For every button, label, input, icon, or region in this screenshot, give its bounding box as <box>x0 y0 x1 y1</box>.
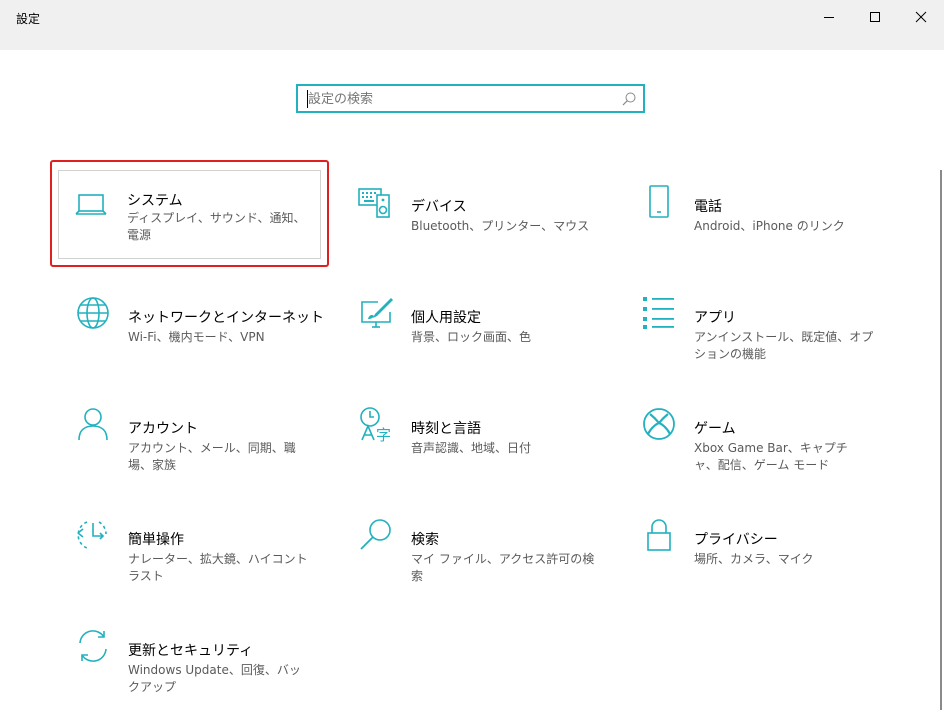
tile-description: 背景、ロック画面、色 <box>411 330 532 344</box>
tile-description: Windows Update、回復、バックアップ <box>128 663 301 694</box>
keyboard-speaker-icon <box>358 184 394 220</box>
tile-network[interactable]: ネットワークとインターネット Wi-Fi、機内モード、VPN <box>55 281 324 365</box>
tile-privacy[interactable]: プライバシー 場所、カメラ、マイク <box>621 503 889 587</box>
minimize-icon <box>824 17 834 18</box>
maximize-button[interactable] <box>852 0 898 34</box>
tile-devices[interactable]: デバイス Bluetooth、プリンター、マウス <box>338 170 606 254</box>
person-icon <box>75 406 111 442</box>
tile-update-security[interactable]: 更新とセキュリティ Windows Update、回復、バックアップ <box>55 614 323 698</box>
time-language-icon: 字 <box>358 406 394 442</box>
tile-description: アンインストール、既定値、オプションの機能 <box>694 330 874 361</box>
window-title: 設定 <box>16 12 41 26</box>
apps-list-icon <box>641 295 677 331</box>
tile-apps[interactable]: アプリ アンインストール、既定値、オプションの機能 <box>621 281 889 365</box>
sync-icon <box>75 628 111 664</box>
tile-description: アカウント、メール、同期、職場、家族 <box>128 441 296 472</box>
tile-title: 検索 <box>411 532 439 548</box>
tile-description: Android、iPhone のリンク <box>694 219 845 233</box>
tile-title: 更新とセキュリティ <box>128 643 254 659</box>
settings-search-box[interactable] <box>296 84 645 113</box>
tile-title: 電話 <box>694 199 722 215</box>
tile-description: 場所、カメラ、マイク <box>694 552 814 566</box>
tile-description: マイ ファイル、アクセス許可の検索 <box>411 552 595 583</box>
ease-of-access-icon <box>75 517 111 553</box>
tile-ease-of-access[interactable]: 簡単操作 ナレーター、拡大鏡、ハイコントラスト <box>55 503 323 587</box>
tile-phone[interactable]: 電話 Android、iPhone のリンク <box>621 170 889 254</box>
title-bar: 設定 <box>0 0 944 50</box>
tile-description: ナレーター、拡大鏡、ハイコントラスト <box>128 552 308 583</box>
minimize-button[interactable] <box>806 0 852 34</box>
paint-monitor-icon <box>358 295 394 331</box>
tile-title: 簡単操作 <box>128 532 184 548</box>
search-icon[interactable] <box>621 91 637 107</box>
tile-description: Wi-Fi、機内モード、VPN <box>128 330 265 344</box>
scrollbar[interactable] <box>940 170 942 710</box>
tile-search[interactable]: 検索 マイ ファイル、アクセス許可の検索 <box>338 503 606 587</box>
tile-description: Xbox Game Bar、キャプチャ、配信、ゲーム モード <box>694 441 848 472</box>
tile-system[interactable]: システム ディスプレイ、サウンド、通知、電源 <box>58 170 321 259</box>
svg-text:字: 字 <box>376 426 391 442</box>
tile-title: アプリ <box>694 310 736 326</box>
maximize-icon <box>870 12 880 22</box>
search-input[interactable] <box>308 89 608 109</box>
tile-description: ディスプレイ、サウンド、通知、電源 <box>127 211 306 242</box>
close-button[interactable] <box>898 0 944 34</box>
globe-icon <box>75 295 111 331</box>
laptop-icon <box>73 187 109 223</box>
tile-time-language[interactable]: 字 時刻と言語 音声認識、地域、日付 <box>338 392 606 476</box>
tile-personalization[interactable]: 個人用設定 背景、ロック画面、色 <box>338 281 606 365</box>
tile-title: 時刻と言語 <box>411 421 481 437</box>
tile-title: デバイス <box>411 199 467 215</box>
tile-title: システム <box>127 193 183 209</box>
tile-title: ネットワークとインターネット <box>128 310 324 326</box>
tile-title: アカウント <box>128 421 198 437</box>
tile-accounts[interactable]: アカウント アカウント、メール、同期、職場、家族 <box>55 392 323 476</box>
tile-description: Bluetooth、プリンター、マウス <box>411 219 590 233</box>
close-icon <box>915 11 927 23</box>
xbox-icon <box>641 406 677 442</box>
tile-gaming[interactable]: ゲーム Xbox Game Bar、キャプチャ、配信、ゲーム モード <box>621 392 889 476</box>
tile-title: プライバシー <box>694 532 778 548</box>
tile-title: ゲーム <box>694 421 736 437</box>
text-caret <box>307 90 308 108</box>
tile-description: 音声認識、地域、日付 <box>411 441 532 455</box>
lock-icon <box>641 517 677 553</box>
magnifier-icon <box>358 517 394 553</box>
tile-title: 個人用設定 <box>411 310 481 326</box>
phone-icon <box>641 184 677 220</box>
